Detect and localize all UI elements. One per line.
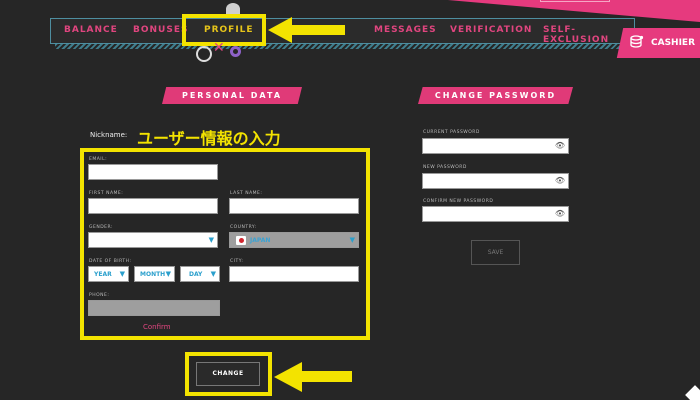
phone-field[interactable] <box>88 300 220 316</box>
confirm-link[interactable]: Confirm <box>143 323 171 331</box>
city-field[interactable] <box>229 266 359 282</box>
year-value: YEAR <box>94 271 112 278</box>
confirm-password-label: CONFIRM NEW PASSWORD <box>423 199 494 204</box>
day-select[interactable]: DAY ▼ <box>180 266 220 282</box>
current-password-label: CURRENT PASSWORD <box>423 130 480 135</box>
new-password-field[interactable]: 👁 <box>422 173 569 189</box>
corner-decoration <box>685 385 700 400</box>
eye-icon[interactable]: 👁 <box>555 210 565 218</box>
chevron-down-icon: ▼ <box>349 236 355 244</box>
nav-balance[interactable]: BALANCE <box>64 25 118 35</box>
nav-verification[interactable]: VERIFICATION <box>450 25 532 35</box>
last-name-label: LAST NAME: <box>230 191 263 196</box>
gender-label: GENDER: <box>89 225 114 230</box>
eye-icon[interactable]: 👁 <box>555 177 565 185</box>
personal-data-header: PERSONAL DATA <box>162 87 302 104</box>
header-decoration-outline <box>540 0 610 2</box>
phone-label: PHONE: <box>89 293 110 298</box>
gender-select[interactable]: ▼ <box>88 232 218 248</box>
chevron-down-icon: ▼ <box>210 270 216 278</box>
left-arrow-icon <box>268 17 292 43</box>
cross-decoration: ✕ <box>213 40 225 56</box>
change-button[interactable]: CHANGE <box>196 362 260 386</box>
coins-icon <box>630 35 644 49</box>
japan-flag-icon <box>236 236 246 245</box>
chevron-down-icon: ▼ <box>119 270 125 278</box>
first-name-label: FIRST NAME: <box>89 191 124 196</box>
ring-decoration <box>230 46 241 57</box>
dob-label: DATE OF BIRTH: <box>89 259 132 264</box>
email-label: EMAIL: <box>89 157 108 162</box>
first-name-field[interactable] <box>88 198 218 214</box>
year-select[interactable]: YEAR ▼ <box>88 266 129 282</box>
arrow-shaft <box>300 371 352 382</box>
country-select[interactable]: JAPAN ▼ <box>229 232 359 248</box>
month-select[interactable]: MONTH ▼ <box>134 266 175 282</box>
country-value: JAPAN <box>250 237 271 244</box>
left-arrow-icon <box>274 362 302 392</box>
new-password-label: NEW PASSWORD <box>423 165 467 170</box>
month-value: MONTH <box>140 271 166 278</box>
day-value: DAY <box>189 271 203 278</box>
orb-decoration <box>196 46 212 62</box>
chevron-down-icon: ▼ <box>165 270 171 278</box>
country-label: COUNTRY: <box>230 225 257 230</box>
save-button[interactable]: SAVE <box>471 240 520 265</box>
profile-page: BALANCE BONUSES PROFILE MESSAGES VERIFIC… <box>0 0 700 400</box>
city-label: CITY: <box>230 259 244 264</box>
nav-bonuses[interactable]: BONUSES <box>133 25 188 35</box>
confirm-password-field[interactable]: 👁 <box>422 206 569 222</box>
email-field[interactable] <box>88 164 218 180</box>
cashier-label[interactable]: CASHIER <box>651 38 695 48</box>
chevron-down-icon: ▼ <box>208 236 214 244</box>
last-name-field[interactable] <box>229 198 359 214</box>
nickname-label: Nickname: <box>90 131 128 139</box>
eye-icon[interactable]: 👁 <box>555 142 565 150</box>
user-info-annotation: ユーザー情報の入力 <box>137 129 281 148</box>
arrow-shaft <box>290 25 345 35</box>
change-password-header: CHANGE PASSWORD <box>418 87 573 104</box>
nav-messages[interactable]: MESSAGES <box>374 25 437 35</box>
current-password-field[interactable]: 👁 <box>422 138 569 154</box>
